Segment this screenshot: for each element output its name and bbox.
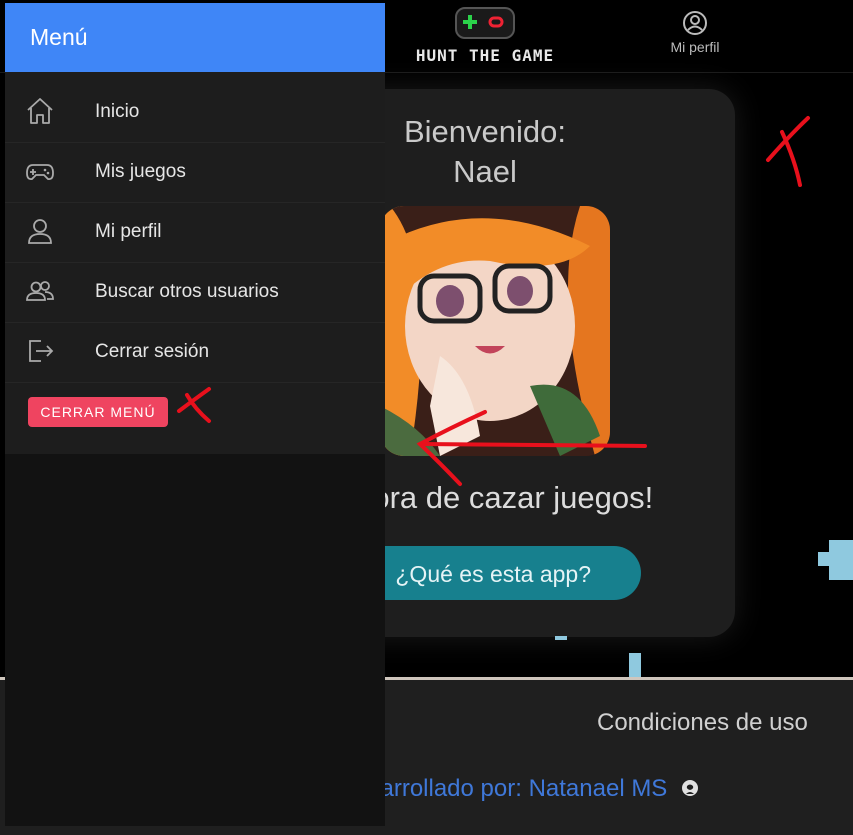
menu-item-label: Cerrar sesión (95, 341, 210, 362)
home-icon (27, 98, 53, 124)
side-menu: Menú Inicio Mis juegos Mi perfil Buscar … (5, 3, 385, 826)
profile-avatar (380, 206, 610, 456)
avatar-illustration (380, 206, 610, 456)
terms-of-use-link[interactable]: Condiciones de uso (597, 709, 808, 737)
menu-item-label: Mi perfil (95, 221, 162, 242)
menu-item-label: Inicio (95, 101, 140, 122)
menu-item-label: Buscar otros usuarios (95, 281, 279, 302)
menu-item-cerrar-sesion[interactable]: Cerrar sesión (5, 322, 385, 383)
users-icon (26, 281, 54, 301)
nav-profile-link[interactable]: Mi perfil (660, 10, 730, 55)
nav-profile-label: Mi perfil (670, 39, 720, 55)
menu-item-mis-juegos[interactable]: Mis juegos (5, 142, 385, 203)
decoration-cross (829, 540, 853, 580)
decoration-bar (629, 653, 641, 677)
close-menu-button[interactable]: CERRAR MENÚ (28, 397, 168, 427)
menu-item-mi-perfil[interactable]: Mi perfil (5, 202, 385, 263)
menu-title: Menú (30, 24, 88, 50)
user-circle-icon (683, 11, 707, 35)
app-logo[interactable]: HUNT THE GAME (405, 6, 565, 68)
github-icon[interactable] (680, 778, 700, 798)
author-link[interactable]: Natanael MS (529, 775, 668, 802)
menu-item-buscar-usuarios[interactable]: Buscar otros usuarios (5, 262, 385, 323)
gamepad-logo-icon (455, 7, 515, 39)
logout-icon (29, 340, 54, 362)
gamepad-icon (26, 164, 54, 181)
menu-header: Menú (5, 3, 385, 72)
menu-item-inicio[interactable]: Inicio (5, 82, 385, 143)
menu-item-label: Mis juegos (95, 161, 186, 182)
decoration-dash (555, 636, 567, 640)
user-icon (28, 219, 52, 244)
logo-text: HUNT THE GAME (415, 46, 555, 65)
